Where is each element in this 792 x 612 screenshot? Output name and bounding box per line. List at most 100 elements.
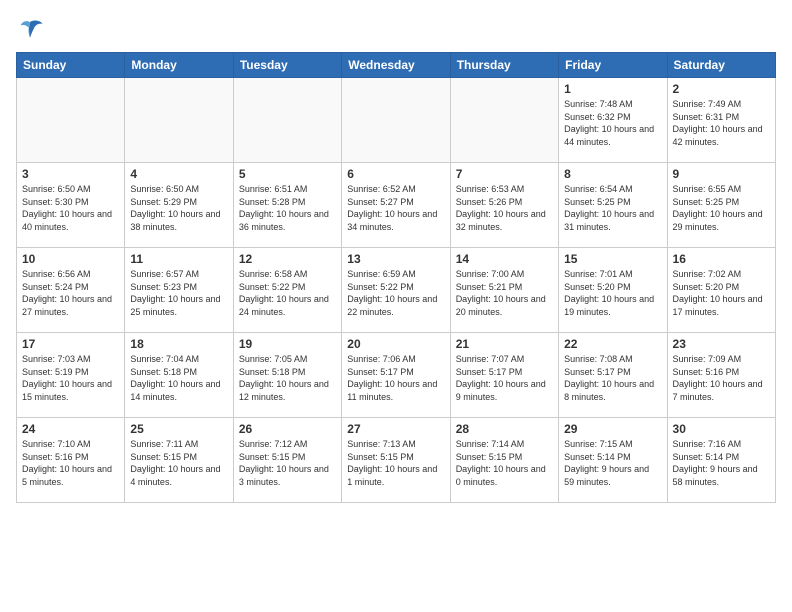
- calendar-cell: 5 Sunrise: 6:51 AM Sunset: 5:28 PM Daylig…: [233, 163, 341, 248]
- day-info: Sunrise: 7:15 AM Sunset: 5:14 PM Dayligh…: [564, 438, 661, 488]
- calendar-cell: 30Sunrise: 7:16 AM Sunset: 5:14 PM Dayli…: [667, 418, 775, 503]
- day-info: Sunrise: 7:05 AM Sunset: 5:18 PM Dayligh…: [239, 353, 336, 403]
- calendar-cell: 3 Sunrise: 6:50 AM Sunset: 5:30 PM Daylig…: [17, 163, 125, 248]
- calendar-cell: 14 Sunrise: 7:00 AM Sunset: 5:21 PM Dayli…: [450, 248, 558, 333]
- day-number: 8: [564, 167, 661, 181]
- weekday-header-row: SundayMondayTuesdayWednesdayThursdayFrid…: [17, 53, 776, 78]
- logo-icon: [16, 16, 44, 44]
- day-info: Sunrise: 6:50 AM Sunset: 5:29 PM Dayligh…: [130, 183, 227, 233]
- day-info: Sunrise: 7:13 AM Sunset: 5:15 PM Dayligh…: [347, 438, 444, 488]
- day-info: Sunrise: 7:09 AM Sunset: 5:16 PM Dayligh…: [673, 353, 770, 403]
- day-number: 18: [130, 337, 227, 351]
- day-info: Sunrise: 6:59 AM Sunset: 5:22 PM Dayligh…: [347, 268, 444, 318]
- calendar-cell: [17, 78, 125, 163]
- day-info: Sunrise: 7:03 AM Sunset: 5:19 PM Dayligh…: [22, 353, 119, 403]
- day-number: 16: [673, 252, 770, 266]
- calendar-cell: [342, 78, 450, 163]
- day-number: 27: [347, 422, 444, 436]
- day-info: Sunrise: 7:00 AM Sunset: 5:21 PM Dayligh…: [456, 268, 553, 318]
- day-info: Sunrise: 7:14 AM Sunset: 5:15 PM Dayligh…: [456, 438, 553, 488]
- week-row-4: 17Sunrise: 7:03 AM Sunset: 5:19 PM Dayli…: [17, 333, 776, 418]
- calendar-cell: 11 Sunrise: 6:57 AM Sunset: 5:23 PM Dayli…: [125, 248, 233, 333]
- calendar-cell: 1 Sunrise: 7:48 AM Sunset: 6:32 PM Daylig…: [559, 78, 667, 163]
- day-number: 30: [673, 422, 770, 436]
- day-number: 29: [564, 422, 661, 436]
- calendar-cell: 23 Sunrise: 7:09 AM Sunset: 5:16 PM Dayli…: [667, 333, 775, 418]
- day-number: 13: [347, 252, 444, 266]
- day-info: Sunrise: 7:02 AM Sunset: 5:20 PM Dayligh…: [673, 268, 770, 318]
- weekday-header-wednesday: Wednesday: [342, 53, 450, 78]
- day-info: Sunrise: 6:58 AM Sunset: 5:22 PM Dayligh…: [239, 268, 336, 318]
- calendar-cell: 4 Sunrise: 6:50 AM Sunset: 5:29 PM Daylig…: [125, 163, 233, 248]
- day-number: 10: [22, 252, 119, 266]
- calendar-cell: 28 Sunrise: 7:14 AM Sunset: 5:15 PM Dayli…: [450, 418, 558, 503]
- calendar-cell: 12 Sunrise: 6:58 AM Sunset: 5:22 PM Dayli…: [233, 248, 341, 333]
- week-row-2: 3 Sunrise: 6:50 AM Sunset: 5:30 PM Daylig…: [17, 163, 776, 248]
- day-info: Sunrise: 7:01 AM Sunset: 5:20 PM Dayligh…: [564, 268, 661, 318]
- calendar-cell: 27 Sunrise: 7:13 AM Sunset: 5:15 PM Dayli…: [342, 418, 450, 503]
- calendar-cell: 9 Sunrise: 6:55 AM Sunset: 5:25 PM Daylig…: [667, 163, 775, 248]
- calendar-cell: 25Sunrise: 7:11 AM Sunset: 5:15 PM Dayli…: [125, 418, 233, 503]
- calendar-cell: 21 Sunrise: 7:07 AM Sunset: 5:17 PM Dayli…: [450, 333, 558, 418]
- day-info: Sunrise: 6:54 AM Sunset: 5:25 PM Dayligh…: [564, 183, 661, 233]
- day-number: 4: [130, 167, 227, 181]
- day-info: Sunrise: 7:04 AM Sunset: 5:18 PM Dayligh…: [130, 353, 227, 403]
- calendar-cell: 15 Sunrise: 7:01 AM Sunset: 5:20 PM Dayli…: [559, 248, 667, 333]
- day-number: 9: [673, 167, 770, 181]
- calendar-cell: [233, 78, 341, 163]
- day-number: 14: [456, 252, 553, 266]
- calendar-cell: 8 Sunrise: 6:54 AM Sunset: 5:25 PM Daylig…: [559, 163, 667, 248]
- day-number: 23: [673, 337, 770, 351]
- calendar: SundayMondayTuesdayWednesdayThursdayFrid…: [16, 52, 776, 503]
- day-info: Sunrise: 7:48 AM Sunset: 6:32 PM Dayligh…: [564, 98, 661, 148]
- week-row-3: 10 Sunrise: 6:56 AM Sunset: 5:24 PM Dayli…: [17, 248, 776, 333]
- day-number: 2: [673, 82, 770, 96]
- day-info: Sunrise: 6:56 AM Sunset: 5:24 PM Dayligh…: [22, 268, 119, 318]
- logo: [16, 16, 48, 44]
- calendar-cell: 10 Sunrise: 6:56 AM Sunset: 5:24 PM Dayli…: [17, 248, 125, 333]
- calendar-cell: 18 Sunrise: 7:04 AM Sunset: 5:18 PM Dayli…: [125, 333, 233, 418]
- day-number: 19: [239, 337, 336, 351]
- day-number: 11: [130, 252, 227, 266]
- day-info: Sunrise: 7:08 AM Sunset: 5:17 PM Dayligh…: [564, 353, 661, 403]
- day-number: 12: [239, 252, 336, 266]
- day-info: Sunrise: 6:55 AM Sunset: 5:25 PM Dayligh…: [673, 183, 770, 233]
- weekday-header-monday: Monday: [125, 53, 233, 78]
- day-number: 21: [456, 337, 553, 351]
- day-info: Sunrise: 7:06 AM Sunset: 5:17 PM Dayligh…: [347, 353, 444, 403]
- day-number: 3: [22, 167, 119, 181]
- day-info: Sunrise: 6:52 AM Sunset: 5:27 PM Dayligh…: [347, 183, 444, 233]
- calendar-cell: [450, 78, 558, 163]
- day-info: Sunrise: 7:07 AM Sunset: 5:17 PM Dayligh…: [456, 353, 553, 403]
- calendar-cell: 2 Sunrise: 7:49 AM Sunset: 6:31 PM Daylig…: [667, 78, 775, 163]
- calendar-cell: 7 Sunrise: 6:53 AM Sunset: 5:26 PM Daylig…: [450, 163, 558, 248]
- weekday-header-sunday: Sunday: [17, 53, 125, 78]
- day-number: 24: [22, 422, 119, 436]
- calendar-cell: 22Sunrise: 7:08 AM Sunset: 5:17 PM Dayli…: [559, 333, 667, 418]
- weekday-header-tuesday: Tuesday: [233, 53, 341, 78]
- day-number: 1: [564, 82, 661, 96]
- day-info: Sunrise: 6:53 AM Sunset: 5:26 PM Dayligh…: [456, 183, 553, 233]
- day-number: 15: [564, 252, 661, 266]
- week-row-5: 24 Sunrise: 7:10 AM Sunset: 5:16 PM Dayli…: [17, 418, 776, 503]
- calendar-cell: 13 Sunrise: 6:59 AM Sunset: 5:22 PM Dayli…: [342, 248, 450, 333]
- day-number: 26: [239, 422, 336, 436]
- day-info: Sunrise: 6:57 AM Sunset: 5:23 PM Dayligh…: [130, 268, 227, 318]
- day-number: 5: [239, 167, 336, 181]
- calendar-cell: 24 Sunrise: 7:10 AM Sunset: 5:16 PM Dayli…: [17, 418, 125, 503]
- day-info: Sunrise: 7:10 AM Sunset: 5:16 PM Dayligh…: [22, 438, 119, 488]
- calendar-cell: 29 Sunrise: 7:15 AM Sunset: 5:14 PM Dayli…: [559, 418, 667, 503]
- day-number: 7: [456, 167, 553, 181]
- day-info: Sunrise: 7:12 AM Sunset: 5:15 PM Dayligh…: [239, 438, 336, 488]
- weekday-header-thursday: Thursday: [450, 53, 558, 78]
- day-number: 28: [456, 422, 553, 436]
- day-info: Sunrise: 7:49 AM Sunset: 6:31 PM Dayligh…: [673, 98, 770, 148]
- weekday-header-friday: Friday: [559, 53, 667, 78]
- calendar-cell: 26 Sunrise: 7:12 AM Sunset: 5:15 PM Dayli…: [233, 418, 341, 503]
- week-row-1: 1 Sunrise: 7:48 AM Sunset: 6:32 PM Daylig…: [17, 78, 776, 163]
- day-number: 6: [347, 167, 444, 181]
- calendar-cell: 20Sunrise: 7:06 AM Sunset: 5:17 PM Dayli…: [342, 333, 450, 418]
- header: [16, 16, 776, 44]
- day-info: Sunrise: 6:51 AM Sunset: 5:28 PM Dayligh…: [239, 183, 336, 233]
- day-info: Sunrise: 6:50 AM Sunset: 5:30 PM Dayligh…: [22, 183, 119, 233]
